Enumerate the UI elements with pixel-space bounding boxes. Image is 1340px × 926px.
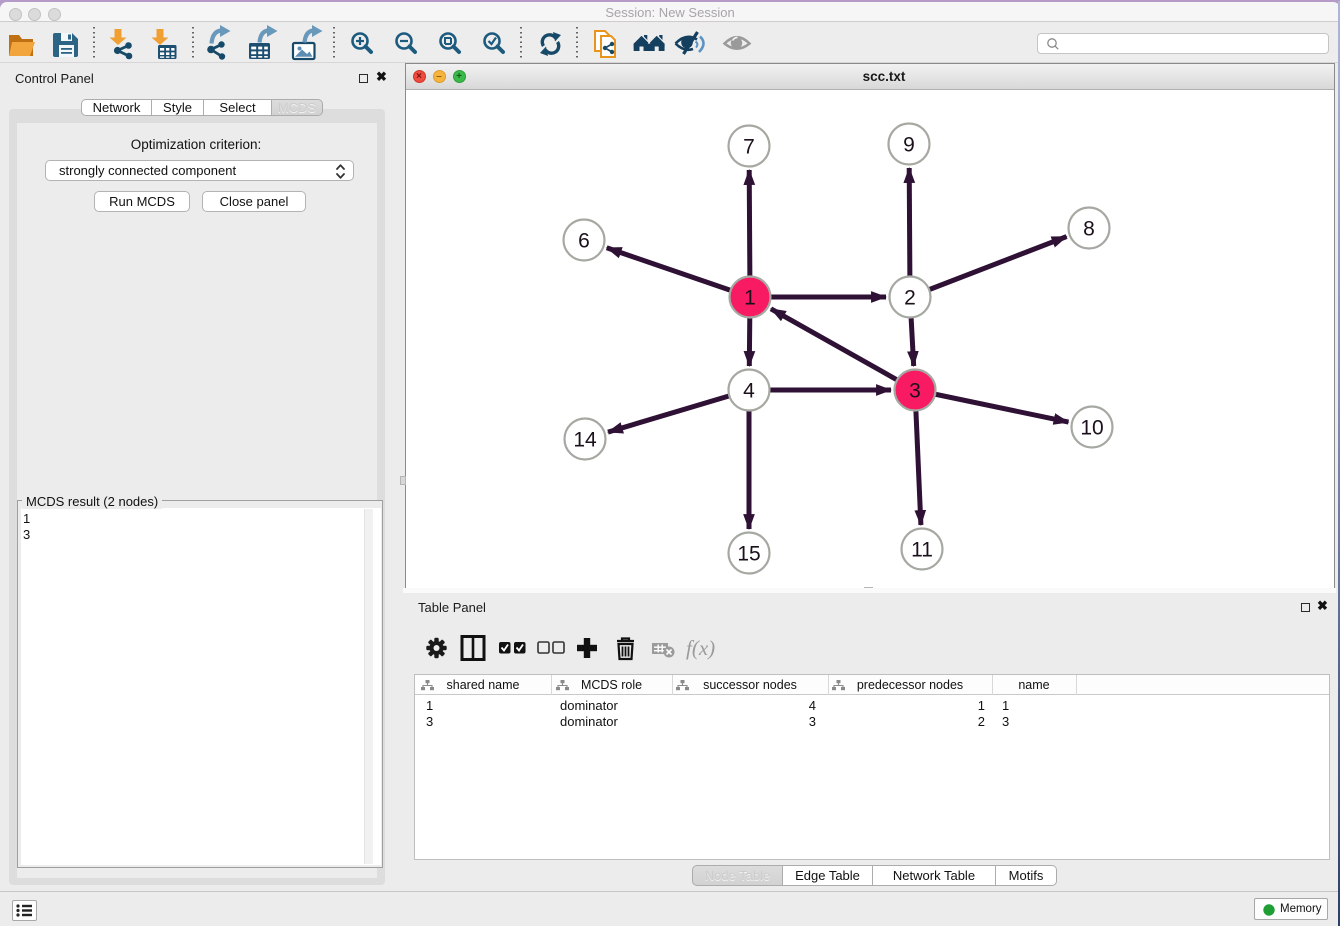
svg-text:6: 6 xyxy=(578,230,590,253)
svg-text:8: 8 xyxy=(1083,218,1095,241)
svg-text:2: 2 xyxy=(904,287,916,310)
svg-text:4: 4 xyxy=(743,380,755,403)
svg-text:14: 14 xyxy=(573,429,597,452)
svg-text:15: 15 xyxy=(737,543,760,566)
svg-text:11: 11 xyxy=(911,539,933,562)
svg-text:3: 3 xyxy=(909,380,921,403)
svg-text:7: 7 xyxy=(743,136,755,159)
svg-text:10: 10 xyxy=(1080,417,1103,440)
svg-text:1: 1 xyxy=(744,287,756,310)
svg-text:9: 9 xyxy=(903,134,915,157)
svg-text:f(x): f(x) xyxy=(686,636,715,660)
